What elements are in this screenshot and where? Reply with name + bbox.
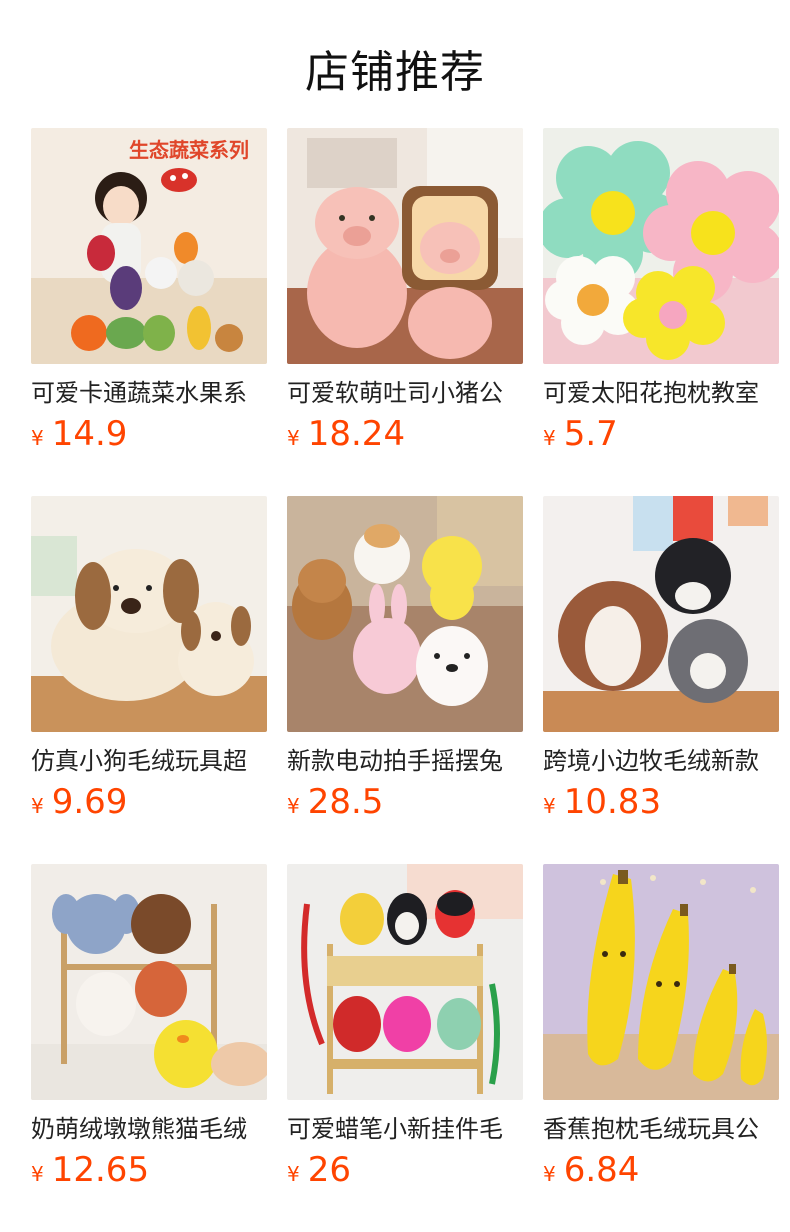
product-card[interactable]: 香蕉抱枕毛绒玩具公 ¥6.84 <box>543 864 779 1194</box>
product-price: ¥10.83 <box>543 782 661 824</box>
product-card[interactable]: 新款电动拍手摇摆兔 ¥28.5 <box>287 496 523 826</box>
product-name[interactable]: 跨境小边牧毛绒新款 <box>543 744 779 778</box>
product-image[interactable]: 生态蔬菜系列 <box>31 128 267 364</box>
product-card[interactable]: 奶萌绒墩墩熊猫毛绒 ¥12.65 <box>31 864 267 1194</box>
currency-symbol: ¥ <box>287 794 300 818</box>
price-amount: 9.69 <box>51 782 128 822</box>
currency-symbol: ¥ <box>287 426 300 450</box>
product-card[interactable]: 可爱太阳花抱枕教室 ¥5.7 <box>543 128 779 458</box>
currency-symbol: ¥ <box>543 794 556 818</box>
product-price: ¥18.24 <box>287 414 405 456</box>
price-amount: 5.7 <box>563 414 618 454</box>
price-amount: 12.65 <box>51 1150 150 1190</box>
product-price: ¥12.65 <box>31 1150 149 1192</box>
product-price: ¥26 <box>287 1150 351 1192</box>
product-name[interactable]: 奶萌绒墩墩熊猫毛绒 <box>31 1112 267 1146</box>
product-price: ¥5.7 <box>543 414 618 456</box>
price-amount: 28.5 <box>307 782 384 822</box>
currency-symbol: ¥ <box>543 1162 556 1186</box>
price-amount: 6.84 <box>563 1150 640 1190</box>
product-card[interactable]: 生态蔬菜系列 可爱卡通蔬菜水果系 ¥14.9 <box>31 128 267 458</box>
product-name[interactable]: 可爱太阳花抱枕教室 <box>543 376 779 410</box>
currency-symbol: ¥ <box>287 1162 300 1186</box>
price-amount: 18.24 <box>307 414 406 454</box>
product-price: ¥14.9 <box>31 414 127 456</box>
product-name[interactable]: 新款电动拍手摇摆兔 <box>287 744 523 778</box>
product-image[interactable] <box>543 128 779 364</box>
product-price: ¥28.5 <box>287 782 383 824</box>
currency-symbol: ¥ <box>31 794 44 818</box>
product-name[interactable]: 可爱卡通蔬菜水果系 <box>31 376 267 410</box>
product-image[interactable] <box>543 496 779 732</box>
currency-symbol: ¥ <box>31 426 44 450</box>
price-amount: 10.83 <box>563 782 662 822</box>
product-card[interactable]: 可爱软萌吐司小猪公 ¥18.24 <box>287 128 523 458</box>
product-image[interactable] <box>31 496 267 732</box>
product-name[interactable]: 可爱软萌吐司小猪公 <box>287 376 523 410</box>
product-card[interactable]: 可爱蜡笔小新挂件毛 ¥26 <box>287 864 523 1194</box>
product-price: ¥9.69 <box>31 782 127 824</box>
product-image[interactable] <box>543 864 779 1100</box>
product-image[interactable] <box>287 496 523 732</box>
price-amount: 14.9 <box>51 414 128 454</box>
product-card[interactable]: 跨境小边牧毛绒新款 ¥10.83 <box>543 496 779 826</box>
currency-symbol: ¥ <box>543 426 556 450</box>
price-amount: 26 <box>307 1150 351 1190</box>
product-badge: 生态蔬菜系列 <box>129 138 249 162</box>
product-card[interactable]: 仿真小狗毛绒玩具超 ¥9.69 <box>31 496 267 826</box>
product-image[interactable] <box>287 128 523 364</box>
product-name[interactable]: 可爱蜡笔小新挂件毛 <box>287 1112 523 1146</box>
product-image[interactable] <box>287 864 523 1100</box>
currency-symbol: ¥ <box>31 1162 44 1186</box>
section-title: 店铺推荐 <box>305 47 485 98</box>
product-name[interactable]: 香蕉抱枕毛绒玩具公 <box>543 1112 779 1146</box>
product-image[interactable] <box>31 864 267 1100</box>
product-name[interactable]: 仿真小狗毛绒玩具超 <box>31 744 267 778</box>
product-price: ¥6.84 <box>543 1150 639 1192</box>
